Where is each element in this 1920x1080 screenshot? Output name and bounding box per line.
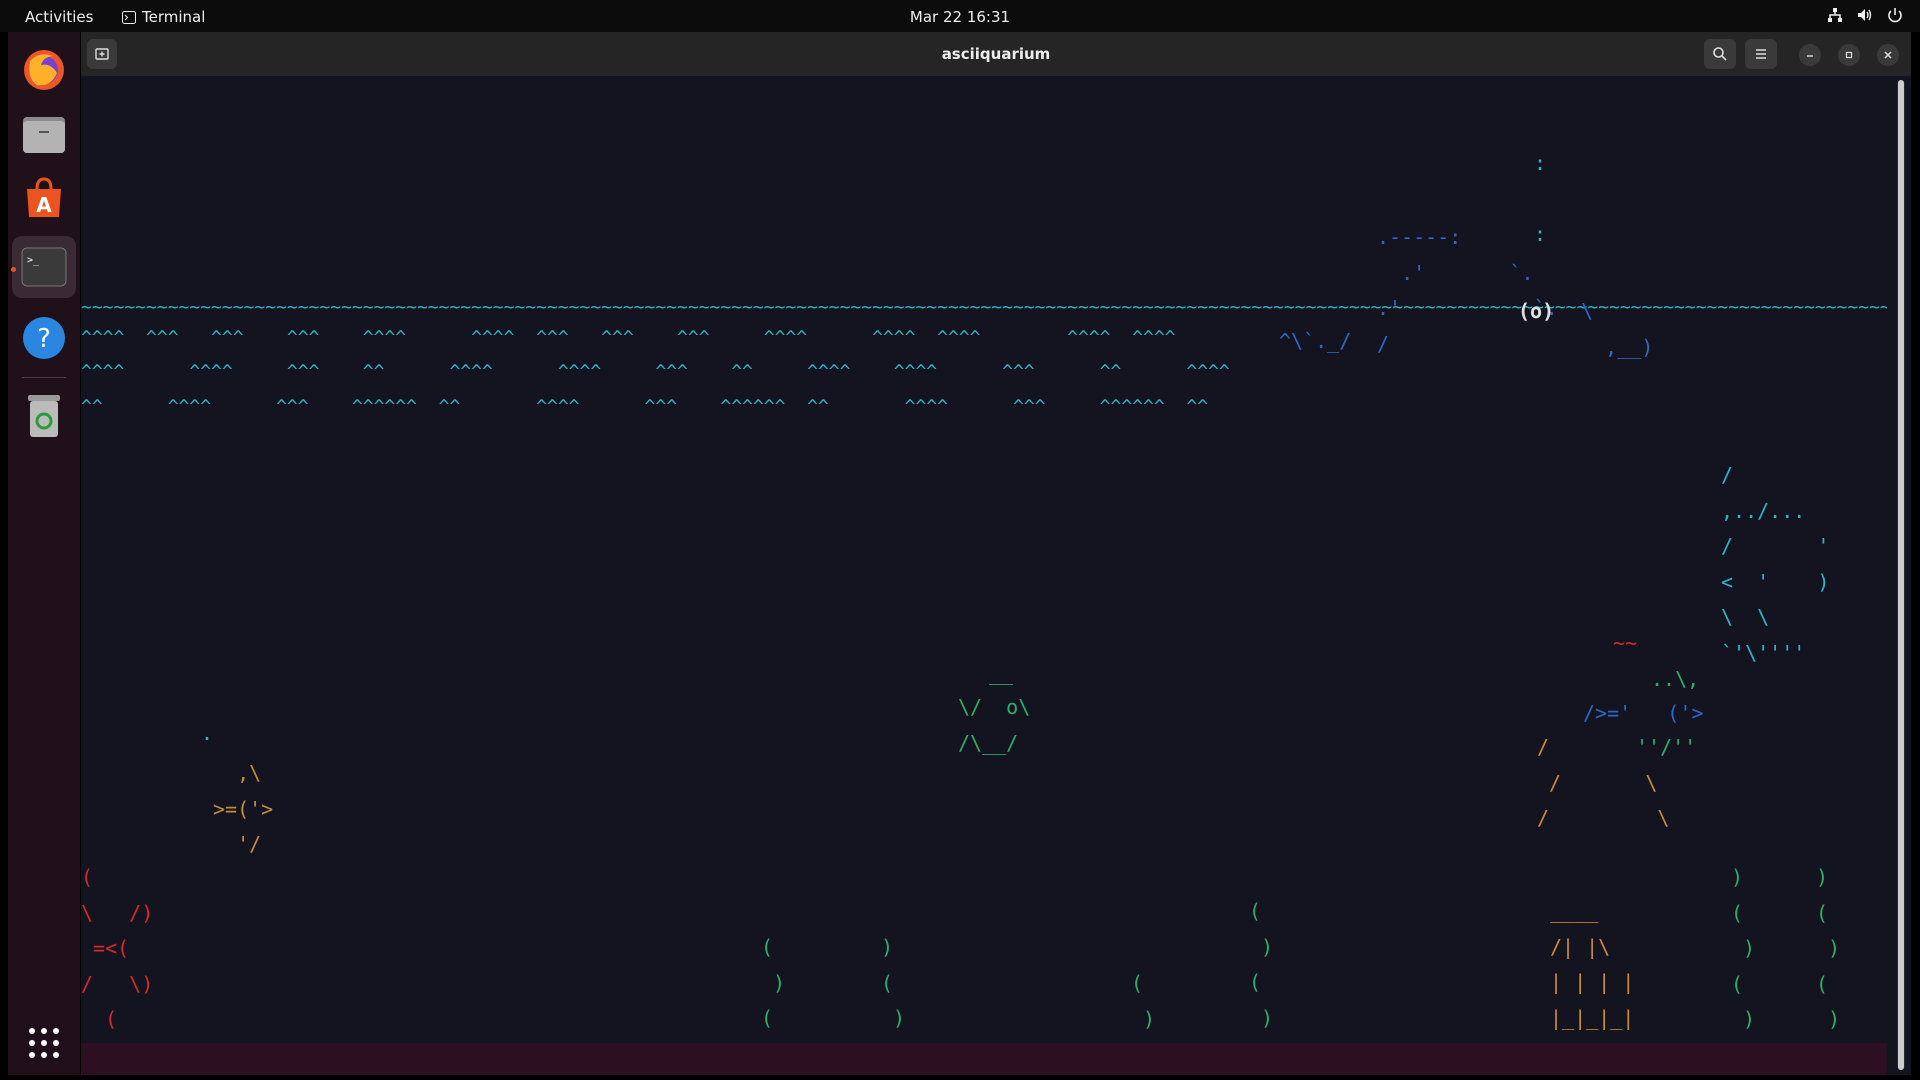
minimize-button[interactable] [1799,44,1821,66]
app-menu-label: Terminal [142,8,206,26]
whale-tail-fin: \ ,__) [1581,299,1654,359]
power-icon[interactable] [1886,6,1904,24]
terminal-window[interactable]: asciiquarium ~~~~~~~~~~~~~~~~~~~~~~~~~~~… [81,32,1911,1075]
search-button[interactable] [1704,39,1736,69]
seaweed-1: ( ) ( ) [761,935,786,1043]
terminal-icon: >_ [21,247,67,287]
whale-tail: ^\`._/ [1279,329,1352,353]
close-button[interactable] [1877,44,1899,66]
fish-bubble: . [201,721,214,745]
small-fish: ,\ >=('> '/ [213,761,274,856]
window-title-container: asciiquarium [81,45,1911,63]
trash-icon [28,395,60,437]
window-headerbar[interactable]: asciiquarium [81,32,1911,76]
center-fish-mid: \/ o\ [958,695,1031,719]
volume-icon[interactable] [1856,6,1874,24]
dock-separator [22,377,66,378]
close-icon [1884,51,1892,59]
water-waves-1: ^^^^ ^^^ ^^^ ^^^ ^^^^ ^^^^ ^^^ ^^^ ^^^ ^… [81,327,1176,348]
dock-item-terminal[interactable]: >_ [12,236,76,298]
creature-legs: / / \ / \ [1537,735,1670,830]
seaweed-4: ( ) ( ) ( [1249,899,1274,1043]
dock-item-firefox[interactable] [18,44,70,96]
svg-text:?: ? [37,324,51,354]
window-title: asciiquarium [941,45,1051,63]
app-menu[interactable]: Terminal [122,8,205,26]
network-icon[interactable] [1826,6,1844,24]
maximize-icon [1845,51,1853,59]
terminal-area[interactable]: ~~~~~~~~~~~~~~~~~~~~~~~~~~~~~~~~~~~~~~~~… [81,76,1887,1043]
center-fish-bot: /\__/ [958,731,1019,755]
water-waves-2: ^^^^ ^^^^ ^^^ ^^ ^^^^ ^^^^ ^^^ ^^ ^^^^ ^… [81,361,1230,382]
right-fish: / ,../... / ' < ' ) \ \ `'\'''' [1721,463,1830,665]
clock-container: Mar 22 16:31 [0,8,1920,26]
minimize-icon [1807,55,1813,57]
creature-top: ..\, [1651,667,1700,691]
terminal-bottom-strip [81,1043,1887,1075]
center-fish-top: __ [989,661,1014,685]
water-waves-3: ^^ ^^^^ ^^^ ^^^^^^ ^^ ^^^^ ^^^ ^^^^^^ ^^… [81,396,1209,417]
scrollbar-thumb[interactable] [1898,80,1904,1070]
menu-button[interactable] [1745,39,1777,69]
new-tab-button[interactable] [87,39,117,69]
seaweed-2: ) ( ) ( [881,935,906,1043]
top-bar: Activities Terminal Mar 22 16:31 [0,0,1920,32]
maximize-button[interactable] [1838,44,1860,66]
show-apps-icon [29,1028,59,1058]
menu-icon [1756,49,1766,59]
active-indicator [11,267,16,272]
seaweed-6: ) ( ) ( ) ( [1816,865,1841,1043]
dock-item-trash[interactable] [18,390,70,442]
whale-eye: (o) [1518,299,1555,323]
castle: ____ /| |\ | | | | |_|_|_| [1550,899,1635,1030]
firefox-icon [24,50,64,90]
red-bubble: ~~ [1613,631,1638,655]
terminal-icon [122,10,136,24]
whale-body: .-----: .' `. .' `. / [1377,225,1558,356]
crab: ( \ /) =<( / \) ( ) [81,865,154,1043]
help-icon: ? [23,317,65,359]
activities-button[interactable]: Activities [25,8,93,26]
creature-mid: />=' ('> [1583,701,1704,725]
seaweed-3: ( ) ( ) [1131,971,1156,1043]
svg-text:A: A [36,193,52,217]
app-center-icon: A [27,177,61,217]
clock[interactable]: Mar 22 16:31 [910,8,1010,26]
files-icon [23,117,65,153]
scrollbar[interactable] [1897,80,1905,1070]
seaweed-5: ) ( ) ( ) ( [1731,865,1756,1043]
dock-item-help[interactable]: ? [18,312,70,364]
dock-item-app-center[interactable]: A [18,172,70,224]
system-tray[interactable] [1826,6,1904,24]
dock-item-show-apps[interactable] [18,1017,70,1069]
new-tab-icon [95,48,109,60]
dock: A >_ ? [8,32,80,1075]
search-icon [1713,47,1727,61]
svg-text:>_: >_ [27,255,40,266]
dock-item-files[interactable] [18,108,70,160]
